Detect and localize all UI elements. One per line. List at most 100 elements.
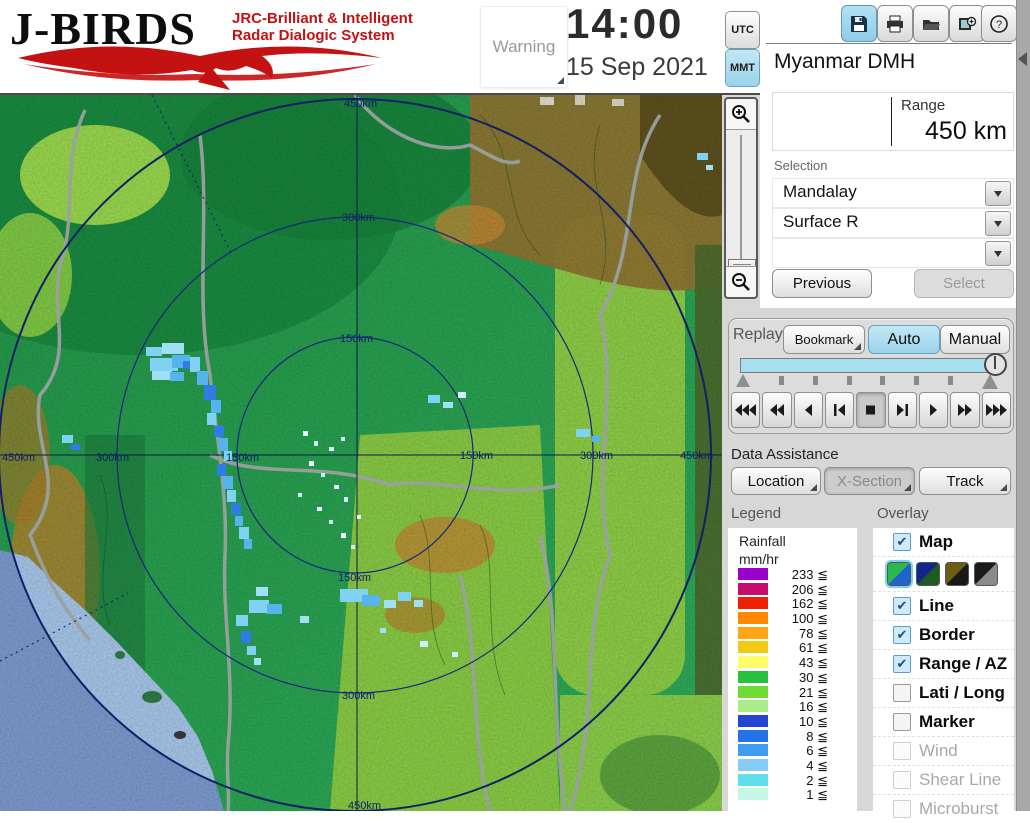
- warning-button[interactable]: Warning: [480, 6, 568, 88]
- overlay-item-label: Shear Line: [919, 770, 1002, 789]
- replay-slider-track[interactable]: [740, 358, 994, 373]
- overlay-item-label: Lati / Long: [919, 683, 1005, 702]
- range-label: Range: [901, 97, 946, 114]
- rain-cell: [244, 539, 252, 549]
- rain-cell: [317, 507, 322, 511]
- map-style-swatch-1[interactable]: [885, 560, 913, 588]
- rain-cell: [344, 497, 348, 502]
- map-style-swatch-2[interactable]: [916, 562, 940, 586]
- utc-toggle-button[interactable]: UTC: [725, 11, 760, 49]
- legend-color-swatch: [738, 656, 768, 669]
- rewind-fast-button[interactable]: [731, 392, 761, 428]
- print-button[interactable]: [877, 5, 913, 42]
- rewind-button[interactable]: [762, 392, 792, 428]
- checkbox-checked-icon[interactable]: ✔: [893, 533, 911, 551]
- stop-button[interactable]: [856, 392, 886, 428]
- option-dropdown-arrow[interactable]: [985, 241, 1011, 266]
- legend-color-swatch: [738, 582, 768, 595]
- map-style-swatch-3[interactable]: [945, 562, 969, 586]
- legend-row: 1 ≦: [728, 787, 857, 802]
- checkbox-checked-icon[interactable]: ✔: [893, 655, 911, 673]
- zoom-in-button[interactable]: [726, 99, 756, 130]
- step-backward-button[interactable]: [824, 392, 855, 428]
- overlay-item-label: Border: [919, 625, 975, 644]
- zoom-in-icon: [732, 105, 750, 123]
- track-button[interactable]: Track: [919, 467, 1011, 495]
- rain-cell: [362, 595, 380, 606]
- chevron-down-icon: [994, 220, 1002, 227]
- auto-button[interactable]: Auto: [868, 325, 940, 354]
- site-dropdown-arrow[interactable]: [985, 181, 1011, 206]
- rain-cell: [443, 402, 453, 408]
- legend-row: 78 ≦: [728, 625, 857, 641]
- product-dropdown[interactable]: Surface R: [772, 208, 1014, 238]
- replay-slider-thumb[interactable]: [984, 353, 1007, 376]
- overlay-item-lati-long[interactable]: Lati / Long: [873, 678, 1014, 707]
- step-forward-button[interactable]: [887, 392, 917, 428]
- overlay-item-label: Range / AZ: [919, 654, 1008, 673]
- range-ring-label: 300km: [342, 690, 375, 702]
- legend-threshold: 78 ≦: [799, 625, 828, 641]
- product-dropdown-arrow[interactable]: [985, 211, 1011, 236]
- radar-map[interactable]: 450km 300km 150km 150km 300km 450km 450km 300km…: [0, 95, 722, 811]
- overlay-item-marker[interactable]: Marker: [873, 707, 1014, 736]
- checkbox-icon[interactable]: [893, 713, 911, 731]
- legend-color-swatch: [738, 788, 768, 801]
- overlay-item-shear-line[interactable]: Shear Line: [873, 765, 1014, 794]
- overlay-item-range-az[interactable]: ✔ Range / AZ: [873, 649, 1014, 678]
- range-ring-label: 300km: [342, 212, 375, 224]
- rain-cell: [71, 444, 80, 450]
- clock-time: 14:00: [566, 0, 684, 47]
- bookmark-button[interactable]: Bookmark: [783, 325, 865, 354]
- legend-row: 43 ≦: [728, 655, 857, 670]
- site-dropdown[interactable]: Mandalay: [772, 178, 1014, 208]
- rain-cell: [146, 347, 162, 356]
- help-button[interactable]: ?: [981, 5, 1017, 42]
- range-ring-label: 300km: [96, 452, 129, 464]
- legend-threshold: 21 ≦: [799, 684, 828, 700]
- collapse-arrow-icon[interactable]: [1018, 52, 1027, 66]
- select-button[interactable]: Select: [914, 269, 1014, 298]
- overlay-item-border[interactable]: ✔ Border: [873, 620, 1014, 649]
- rain-cell: [247, 646, 256, 655]
- location-button[interactable]: Location: [731, 467, 821, 495]
- play-button[interactable]: [918, 392, 949, 428]
- rain-cell: [300, 616, 309, 623]
- legend-threshold: 16 ≦: [799, 699, 828, 715]
- checkbox-icon[interactable]: [893, 800, 911, 818]
- forward-button[interactable]: [950, 392, 980, 428]
- add-image-button[interactable]: [949, 5, 985, 42]
- x-section-button[interactable]: X-Section: [824, 467, 915, 495]
- overlay-item-microburst[interactable]: Microburst: [873, 794, 1014, 823]
- panel-scroll-strip[interactable]: [1016, 0, 1030, 811]
- zoom-out-button[interactable]: [726, 266, 756, 297]
- site-dropdown-value: Mandalay: [783, 182, 857, 201]
- overlay-item-map[interactable]: ✔ Map: [873, 528, 1014, 556]
- checkbox-icon[interactable]: [893, 742, 911, 760]
- checkbox-checked-icon[interactable]: ✔: [893, 626, 911, 644]
- overlay-item-label: Wind: [919, 741, 958, 760]
- add-image-icon: [959, 16, 977, 30]
- rain-cell: [329, 520, 333, 524]
- save-button[interactable]: [841, 5, 877, 42]
- legend-threshold: 2 ≦: [806, 772, 828, 788]
- map-style-swatch-4[interactable]: [974, 562, 998, 586]
- rain-cell: [254, 658, 261, 665]
- range-ring-label: 150km: [340, 333, 373, 345]
- overlay-item-line[interactable]: ✔ Line: [873, 591, 1014, 620]
- legend-color-swatch: [738, 670, 768, 683]
- overlay-item-wind[interactable]: Wind: [873, 736, 1014, 765]
- rain-cell: [236, 615, 248, 626]
- mmt-toggle-button[interactable]: MMT: [725, 49, 760, 87]
- forward-fast-button[interactable]: [981, 392, 1011, 428]
- open-folder-button[interactable]: [913, 5, 949, 42]
- previous-button[interactable]: Previous: [772, 269, 872, 298]
- stop-icon: [866, 405, 876, 415]
- play-reverse-button[interactable]: [793, 392, 823, 428]
- option-dropdown[interactable]: [772, 238, 1014, 268]
- checkbox-icon[interactable]: [893, 684, 911, 702]
- rain-cell: [351, 545, 355, 549]
- manual-button[interactable]: Manual: [940, 325, 1010, 354]
- checkbox-checked-icon[interactable]: ✔: [893, 597, 911, 615]
- checkbox-icon[interactable]: [893, 771, 911, 789]
